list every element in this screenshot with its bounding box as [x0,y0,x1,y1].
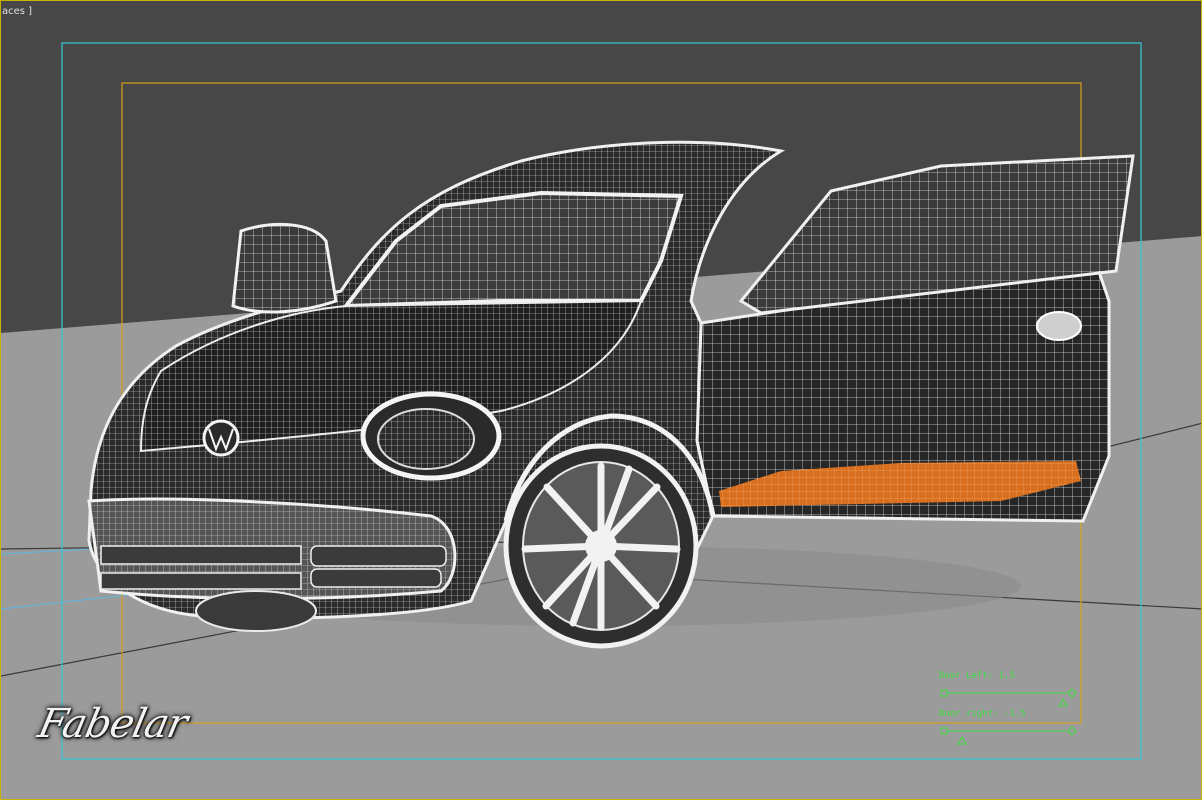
door-handle [1036,311,1082,341]
front-wheel [503,443,699,649]
door-left-label: Door Left: 1.5 [939,671,1015,681]
viewport-label[interactable]: aces ] [2,6,32,17]
door-right-label: Door right: -1.5 [939,709,1026,719]
brand-logo: Fabelar [34,701,191,747]
viewport[interactable]: aces ] Door Left: 1.5 Door right: -1.5 F… [0,0,1202,800]
scene-canvas[interactable] [1,1,1202,800]
car-wireframe [87,140,1135,649]
rear-wheel [195,590,317,632]
